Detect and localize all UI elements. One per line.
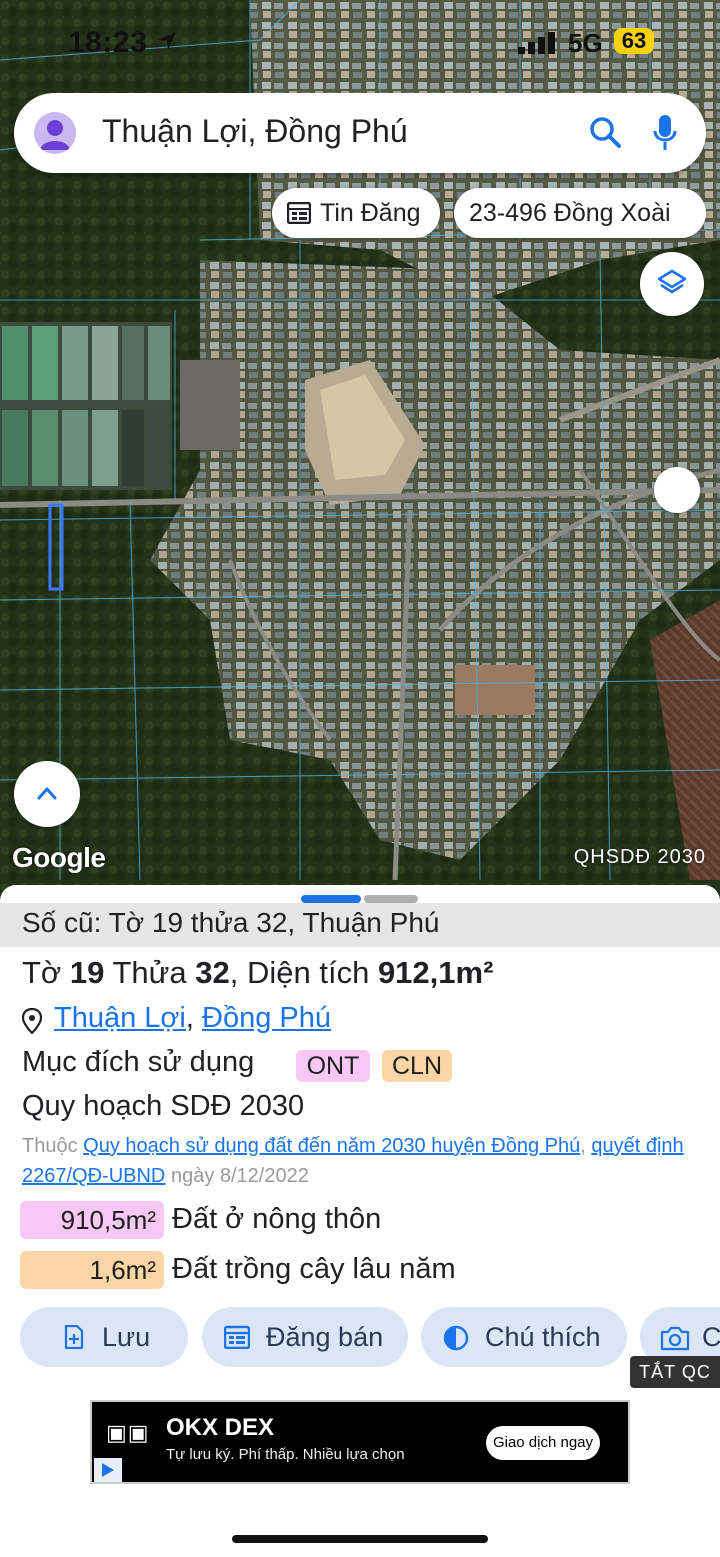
purpose-label: Mục đích sử dụng xyxy=(22,1046,255,1078)
parcel-label: Thửa xyxy=(112,955,187,990)
listing-chip[interactable]: Tin Đăng xyxy=(272,188,440,238)
contrast-icon xyxy=(443,1325,469,1351)
cellular-signal-icon xyxy=(518,32,555,54)
sheet-location-label: 23-496 Đồng Xoài xyxy=(469,199,671,227)
sheet-grabber-active[interactable] xyxy=(301,895,361,903)
area-amount: 1,6m² xyxy=(20,1251,164,1289)
sheet-label: Tờ xyxy=(22,955,62,990)
source-prefix: Thuộc xyxy=(22,1135,78,1157)
location-pin-icon xyxy=(22,1008,42,1034)
hide-ads-button[interactable]: TẮT QC xyxy=(630,1356,720,1388)
calendar-icon xyxy=(224,1325,250,1349)
save-file-icon xyxy=(64,1325,84,1349)
status-time: 18:23 xyxy=(68,26,148,59)
sheet-location-chip[interactable]: 23-496 Đồng Xoài xyxy=(454,188,706,238)
old-parcel-text: Số cũ: Tờ 19 thửa 32, Thuận Phú xyxy=(22,907,440,938)
avatar[interactable] xyxy=(34,112,76,154)
home-indicator[interactable] xyxy=(232,1535,488,1543)
ad-banner[interactable]: ▣▣ OKX DEX Tự lưu ký. Phí thấp. Nhiều lự… xyxy=(90,1400,630,1484)
sheet-number: 19 xyxy=(69,955,105,990)
microphone-icon[interactable] xyxy=(652,113,678,153)
okx-logo-icon: ▣▣ xyxy=(106,1420,150,1445)
old-parcel-info: Số cũ: Tờ 19 thửa 32, Thuận Phú xyxy=(0,903,720,947)
listing-icon xyxy=(287,202,311,224)
camera-icon xyxy=(660,1326,690,1351)
chevron-up-icon xyxy=(37,787,57,800)
google-logo: Google xyxy=(12,842,106,873)
parcel-title: Tờ 19 Thửa 32, Diện tích 912,1m² xyxy=(22,955,494,990)
expand-sheet-button[interactable] xyxy=(14,761,80,827)
parcel-sheet: Số cũ: Tờ 19 thửa 32, Thuận Phú Tờ 19 Th… xyxy=(0,885,720,1557)
plan-source: Thuộc Quy hoạch sử dụng đất đến năm 2030… xyxy=(22,1135,684,1187)
ward-link[interactable]: Thuận Lợi xyxy=(54,1002,186,1034)
area-label: Diện tích xyxy=(246,955,370,990)
area-value: 912,1m² xyxy=(377,955,494,990)
post-for-sale-label: Đăng bán xyxy=(266,1322,384,1352)
layers-icon xyxy=(657,269,687,294)
network-type: 5G xyxy=(568,28,603,58)
parcel-number: 32 xyxy=(195,955,230,990)
district-link[interactable]: Đồng Phú xyxy=(202,1002,331,1034)
plan-document-link[interactable]: Quy hoạch sử dụng đất đến năm 2030 huyện… xyxy=(83,1135,580,1157)
listing-chip-label: Tin Đăng xyxy=(320,199,421,227)
action-buttons: Lưu Đăng bán Chú thích C xyxy=(0,1307,720,1367)
land-type-label: Đất ở nông thôn xyxy=(172,1203,382,1235)
user-avatar-icon xyxy=(40,120,70,150)
battery-indicator: 63 xyxy=(614,28,654,54)
land-type-label: Đất trồng cây lâu năm xyxy=(172,1253,456,1285)
purpose-tag-ont[interactable]: ONT xyxy=(296,1050,370,1082)
map-side-handle[interactable] xyxy=(654,467,700,513)
plan-title: Quy hoạch SDĐ 2030 xyxy=(22,1090,305,1122)
layers-button[interactable] xyxy=(640,252,704,316)
status-bar: 18:23 5G 63 xyxy=(0,0,720,80)
post-for-sale-button[interactable]: Đăng bán xyxy=(202,1307,408,1367)
sheet-grabber[interactable] xyxy=(364,895,418,903)
search-icon[interactable] xyxy=(588,115,622,149)
search-input[interactable]: Thuận Lợi, Đồng Phú xyxy=(102,113,408,150)
location-arrow-icon xyxy=(158,32,176,50)
save-button[interactable]: Lưu xyxy=(20,1307,188,1367)
legend-button[interactable]: Chú thích xyxy=(421,1307,627,1367)
ad-title: OKX DEX xyxy=(166,1414,275,1441)
decision-date: ngày 8/12/2022 xyxy=(170,1165,309,1187)
ad-choices-icon[interactable] xyxy=(94,1458,122,1482)
save-button-label: Lưu xyxy=(102,1322,151,1352)
ad-cta-button[interactable]: Giao dịch ngay xyxy=(486,1426,600,1460)
plan-layer-label: QHSDĐ 2030 xyxy=(573,846,706,868)
purpose-tag-cln[interactable]: CLN xyxy=(382,1050,452,1082)
legend-button-label: Chú thích xyxy=(485,1322,601,1352)
search-bar[interactable]: Thuận Lợi, Đồng Phú xyxy=(14,93,706,173)
ad-tagline: Tự lưu ký. Phí thấp. Nhiều lựa chọn xyxy=(166,1446,405,1463)
area-amount: 910,5m² xyxy=(20,1201,164,1239)
